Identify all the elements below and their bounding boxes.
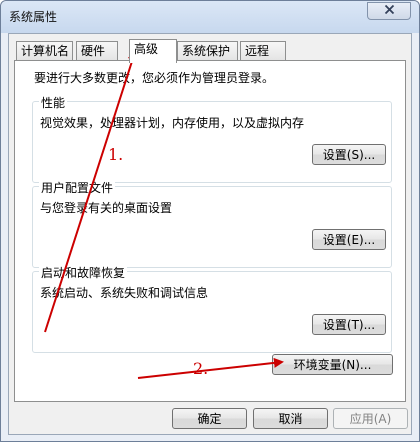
performance-group: 性能 视觉效果，处理器计划，内存使用，以及虚拟内存 设置(S)...	[32, 94, 392, 183]
startup-recovery-title: 启动和故障恢复	[39, 264, 128, 281]
ok-button[interactable]: 确定	[172, 408, 247, 429]
startup-recovery-description: 系统启动、系统失败和调试信息	[40, 286, 209, 300]
startup-recovery-settings-button[interactable]: 设置(T)...	[312, 314, 386, 335]
system-properties-window: 系统属性 计算机名 硬件 高级 系统保护 远程 要进行大多数更改，您必须作为管理…	[0, 0, 420, 442]
admin-note: 要进行大多数更改，您必须作为管理员登录。	[34, 71, 275, 85]
performance-settings-button[interactable]: 设置(S)...	[312, 144, 386, 165]
tab-system-protection[interactable]: 系统保护	[177, 41, 238, 61]
tab-advanced[interactable]: 高级	[129, 39, 177, 63]
user-profiles-settings-button[interactable]: 设置(E)...	[312, 229, 386, 250]
advanced-tab-panel: 要进行大多数更改，您必须作为管理员登录。 性能 视觉效果，处理器计划，内存使用，…	[14, 60, 406, 402]
performance-description: 视觉效果，处理器计划，内存使用，以及虚拟内存	[40, 116, 305, 130]
tab-computer-name[interactable]: 计算机名	[16, 41, 73, 61]
close-button[interactable]	[367, 2, 411, 20]
user-profiles-description: 与您登录有关的桌面设置	[40, 201, 173, 215]
tab-remote[interactable]: 远程	[240, 41, 286, 61]
environment-variables-button[interactable]: 环境变量(N)...	[272, 354, 393, 375]
tab-hardware[interactable]: 硬件	[76, 41, 118, 61]
cancel-button[interactable]: 取消	[253, 408, 328, 429]
apply-button[interactable]: 应用(A)	[333, 408, 408, 429]
close-icon	[384, 4, 395, 18]
performance-title: 性能	[39, 94, 68, 111]
dialog-client-area: 计算机名 硬件 高级 系统保护 远程 要进行大多数更改，您必须作为管理员登录。 …	[8, 33, 412, 435]
startup-recovery-group: 启动和故障恢复 系统启动、系统失败和调试信息 设置(T)...	[32, 264, 392, 353]
user-profiles-group: 用户配置文件 与您登录有关的桌面设置 设置(E)...	[32, 179, 392, 268]
window-title: 系统属性	[9, 10, 58, 24]
user-profiles-title: 用户配置文件	[39, 179, 116, 196]
title-bar[interactable]: 系统属性	[1, 1, 419, 33]
